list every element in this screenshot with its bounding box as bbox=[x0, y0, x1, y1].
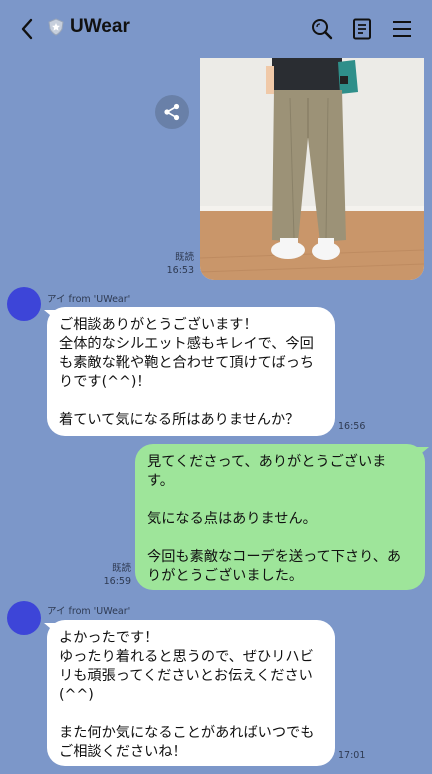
avatar[interactable] bbox=[7, 601, 41, 635]
chat-header: UWear bbox=[0, 0, 432, 58]
outfit-photo[interactable] bbox=[200, 58, 424, 280]
sender-name: アイ from 'UWear' bbox=[47, 606, 131, 617]
shield-badge-icon bbox=[48, 18, 64, 36]
outfit-photo-illustration bbox=[200, 58, 424, 280]
message-bubble-sent[interactable]: 見てくださって、ありがとうございます。 気になる点はありません。 今回も素敵なコ… bbox=[135, 444, 425, 590]
chevron-left-icon bbox=[21, 18, 33, 40]
message-bubble-received[interactable]: ご相談ありがとうございます！ 全体的なシルエット感もキレイで、今回も素敵な靴や鞄… bbox=[47, 307, 335, 436]
hamburger-menu-icon bbox=[393, 21, 411, 37]
message-bubble-received[interactable]: よかったです！ ゆったり着れると思うので、ぜひリハビリも頑張ってくださいとお伝え… bbox=[47, 620, 335, 766]
message-meta: 既読 16:53 bbox=[160, 251, 194, 277]
notes-icon bbox=[353, 18, 371, 40]
message-time: 17:01 bbox=[338, 750, 366, 761]
chat-title: UWear bbox=[70, 16, 130, 37]
search-icon bbox=[312, 19, 333, 40]
back-button[interactable] bbox=[12, 14, 42, 44]
message-time: 16:59 bbox=[103, 576, 131, 587]
share-button[interactable] bbox=[155, 95, 189, 129]
read-receipt: 既読 bbox=[174, 252, 194, 263]
message-meta: 既読 16:59 bbox=[97, 562, 131, 588]
message-time: 16:53 bbox=[166, 265, 194, 276]
message-time: 16:56 bbox=[338, 421, 366, 432]
read-receipt: 既読 bbox=[111, 563, 131, 574]
menu-button[interactable] bbox=[387, 14, 417, 44]
chat-title-area[interactable]: UWear bbox=[48, 16, 130, 38]
search-button[interactable] bbox=[307, 14, 337, 44]
notes-button[interactable] bbox=[347, 14, 377, 44]
sender-name: アイ from 'UWear' bbox=[47, 294, 131, 305]
avatar[interactable] bbox=[7, 287, 41, 321]
share-icon bbox=[164, 103, 180, 121]
